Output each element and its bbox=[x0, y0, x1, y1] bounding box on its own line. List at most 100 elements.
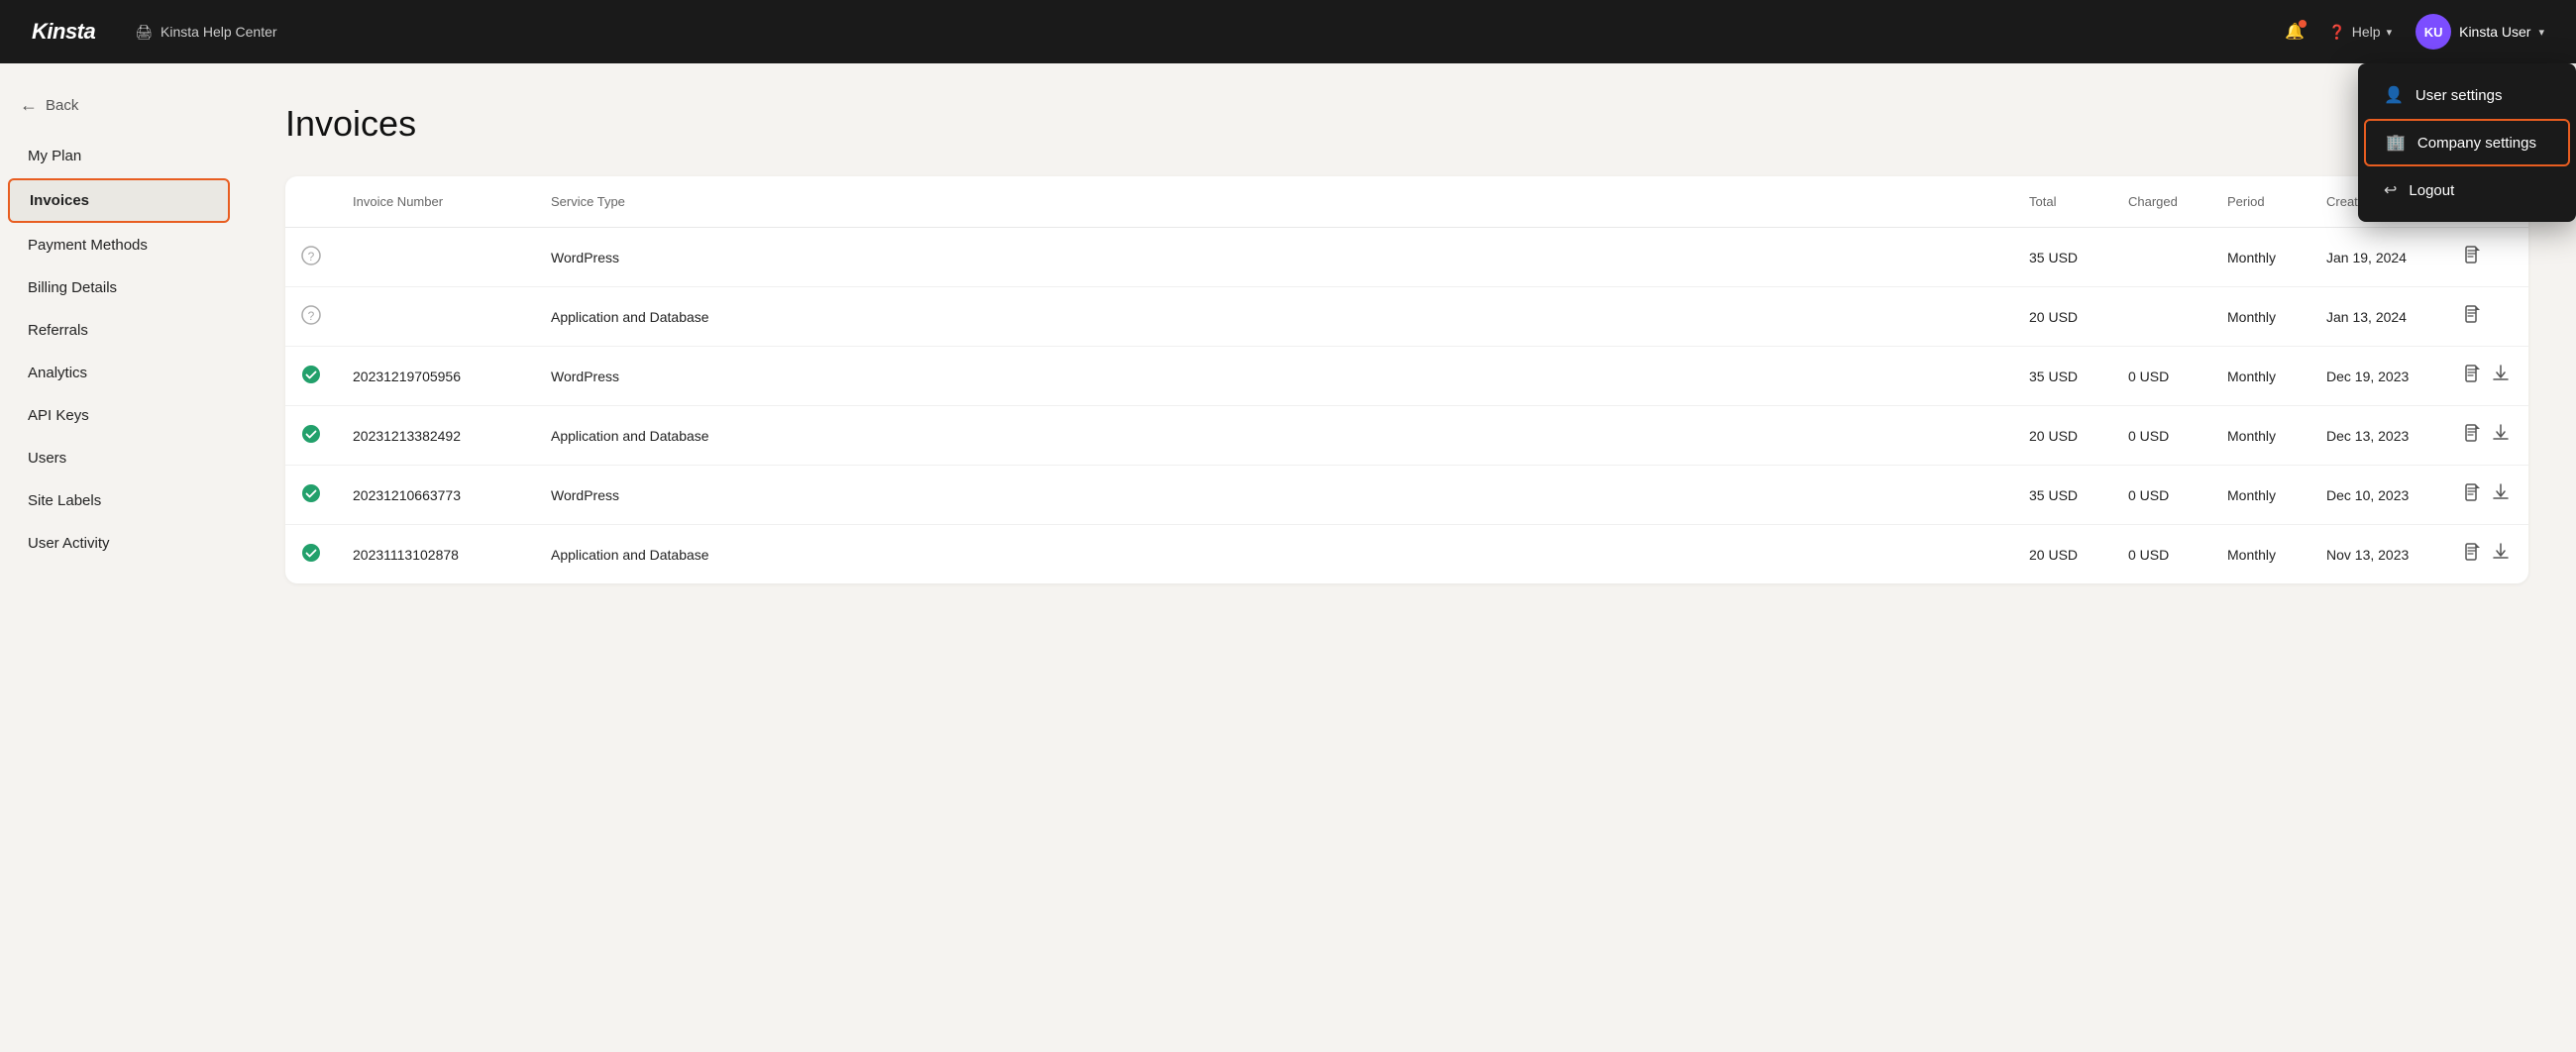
actions-cell bbox=[2449, 287, 2528, 347]
back-button[interactable]: ← Back bbox=[0, 87, 238, 136]
col-service-type-header: Service Type bbox=[535, 176, 2013, 228]
status-cell: ? bbox=[285, 228, 337, 287]
created-cell: Dec 19, 2023 bbox=[2310, 347, 2449, 406]
charged-cell: 0 USD bbox=[2112, 347, 2211, 406]
sidebar-nav: My Plan Invoices Payment Methods Billing… bbox=[0, 136, 238, 564]
notification-dot bbox=[2299, 20, 2307, 28]
status-cell bbox=[285, 347, 337, 406]
logout-menu-item[interactable]: ↩ Logout bbox=[2364, 168, 2570, 212]
sidebar-item-payment-methods[interactable]: Payment Methods bbox=[8, 225, 230, 265]
question-circle-icon: ? bbox=[301, 253, 321, 268]
question-circle-icon: ? bbox=[301, 312, 321, 328]
download-invoice-icon[interactable] bbox=[2493, 543, 2509, 566]
user-avatar: KU bbox=[2415, 14, 2451, 50]
charged-cell bbox=[2112, 287, 2211, 347]
actions-cell bbox=[2449, 466, 2528, 525]
charged-cell: 0 USD bbox=[2112, 466, 2211, 525]
actions-cell bbox=[2449, 525, 2528, 584]
service-type-cell: Application and Database bbox=[535, 525, 2013, 584]
page-layout: ← Back My Plan Invoices Payment Methods … bbox=[0, 63, 2576, 1052]
svg-text:?: ? bbox=[308, 250, 315, 263]
period-cell: Monthly bbox=[2211, 406, 2310, 466]
view-invoice-icon[interactable] bbox=[2465, 543, 2481, 566]
view-invoice-icon[interactable] bbox=[2465, 246, 2481, 268]
col-status-header bbox=[285, 176, 337, 228]
col-period-header: Period bbox=[2211, 176, 2310, 228]
created-cell: Jan 19, 2024 bbox=[2310, 228, 2449, 287]
download-invoice-icon[interactable] bbox=[2493, 365, 2509, 387]
total-cell: 35 USD bbox=[2013, 347, 2112, 406]
sidebar-item-invoices[interactable]: Invoices bbox=[8, 178, 230, 223]
table-row: ?Application and Database20 USDMonthlyJa… bbox=[285, 287, 2528, 347]
invoice-number-cell: 20231213382492 bbox=[337, 406, 535, 466]
invoice-table-wrap: Invoice Number Service Type Total Charge… bbox=[285, 176, 2528, 583]
status-cell bbox=[285, 525, 337, 584]
period-cell: Monthly bbox=[2211, 466, 2310, 525]
table-header: Invoice Number Service Type Total Charge… bbox=[285, 176, 2528, 228]
user-menu-button[interactable]: KU Kinsta User ▾ bbox=[2415, 14, 2544, 50]
table-row: 20231113102878Application and Database20… bbox=[285, 525, 2528, 584]
total-cell: 35 USD bbox=[2013, 466, 2112, 525]
total-cell: 35 USD bbox=[2013, 228, 2112, 287]
col-invoice-number-header: Invoice Number bbox=[337, 176, 535, 228]
user-name: Kinsta User bbox=[2459, 24, 2530, 40]
download-invoice-icon[interactable] bbox=[2493, 424, 2509, 447]
notifications-button[interactable]: 🔔 bbox=[2285, 22, 2305, 42]
table-row: 20231219705956WordPress35 USD0 USDMonthl… bbox=[285, 347, 2528, 406]
view-invoice-icon[interactable] bbox=[2465, 305, 2481, 328]
sidebar-item-site-labels[interactable]: Site Labels bbox=[8, 480, 230, 521]
period-cell: Monthly bbox=[2211, 228, 2310, 287]
view-invoice-icon[interactable] bbox=[2465, 483, 2481, 506]
service-type-cell: WordPress bbox=[535, 466, 2013, 525]
sidebar-item-billing-details[interactable]: Billing Details bbox=[8, 267, 230, 308]
col-total-header: Total bbox=[2013, 176, 2112, 228]
company-settings-menu-item[interactable]: 🏢 Company settings bbox=[2364, 119, 2570, 166]
user-settings-menu-item[interactable]: 👤 User settings bbox=[2364, 73, 2570, 117]
charged-cell: 0 USD bbox=[2112, 406, 2211, 466]
sidebar-item-api-keys[interactable]: API Keys bbox=[8, 395, 230, 436]
help-center-link[interactable]: 🖨 Kinsta Help Center bbox=[135, 24, 276, 41]
help-circle-icon: ❓ bbox=[2328, 24, 2345, 41]
sidebar-item-user-activity[interactable]: User Activity bbox=[8, 523, 230, 564]
status-cell: ? bbox=[285, 287, 337, 347]
logo: Kinsta bbox=[32, 19, 95, 45]
chevron-down-icon: ▾ bbox=[2538, 26, 2544, 39]
invoice-number-cell bbox=[337, 228, 535, 287]
sidebar: ← Back My Plan Invoices Payment Methods … bbox=[0, 63, 238, 1052]
actions-cell bbox=[2449, 347, 2528, 406]
back-arrow-icon: ← bbox=[20, 95, 38, 116]
sidebar-item-analytics[interactable]: Analytics bbox=[8, 353, 230, 393]
check-circle-icon bbox=[301, 431, 321, 447]
help-button[interactable]: ❓ Help ▾ bbox=[2328, 24, 2392, 41]
download-invoice-icon[interactable] bbox=[2493, 483, 2509, 506]
topnav-right: 🔔 ❓ Help ▾ KU Kinsta User ▾ bbox=[2285, 14, 2544, 50]
check-circle-icon bbox=[301, 490, 321, 506]
check-circle-icon bbox=[301, 550, 321, 566]
period-cell: Monthly bbox=[2211, 287, 2310, 347]
help-center-icon: 🖨 bbox=[135, 24, 153, 41]
invoice-number-cell: 20231210663773 bbox=[337, 466, 535, 525]
table-row: ? WordPress35 USD MonthlyJan 19, 2024 bbox=[285, 228, 2528, 287]
service-type-cell: WordPress bbox=[535, 347, 2013, 406]
actions-cell bbox=[2449, 406, 2528, 466]
sidebar-item-referrals[interactable]: Referrals bbox=[8, 310, 230, 351]
view-invoice-icon[interactable] bbox=[2465, 424, 2481, 447]
status-cell bbox=[285, 466, 337, 525]
sidebar-item-my-plan[interactable]: My Plan bbox=[8, 136, 230, 176]
invoice-number-cell bbox=[337, 287, 535, 347]
topnav: Kinsta 🖨 Kinsta Help Center 🔔 ❓ Help ▾ K… bbox=[0, 0, 2576, 63]
view-invoice-icon[interactable] bbox=[2465, 365, 2481, 387]
charged-cell bbox=[2112, 228, 2211, 287]
table-row: 20231213382492Application and Database20… bbox=[285, 406, 2528, 466]
total-cell: 20 USD bbox=[2013, 525, 2112, 584]
col-charged-header: Charged bbox=[2112, 176, 2211, 228]
total-cell: 20 USD bbox=[2013, 406, 2112, 466]
invoice-number-cell: 20231113102878 bbox=[337, 525, 535, 584]
user-dropdown-menu: 👤 User settings 🏢 Company settings ↩ Log… bbox=[2358, 63, 2576, 222]
status-cell bbox=[285, 406, 337, 466]
service-type-cell: WordPress bbox=[535, 228, 2013, 287]
sidebar-item-users[interactable]: Users bbox=[8, 438, 230, 478]
invoice-number-cell: 20231219705956 bbox=[337, 347, 535, 406]
created-cell: Dec 10, 2023 bbox=[2310, 466, 2449, 525]
created-cell: Jan 13, 2024 bbox=[2310, 287, 2449, 347]
